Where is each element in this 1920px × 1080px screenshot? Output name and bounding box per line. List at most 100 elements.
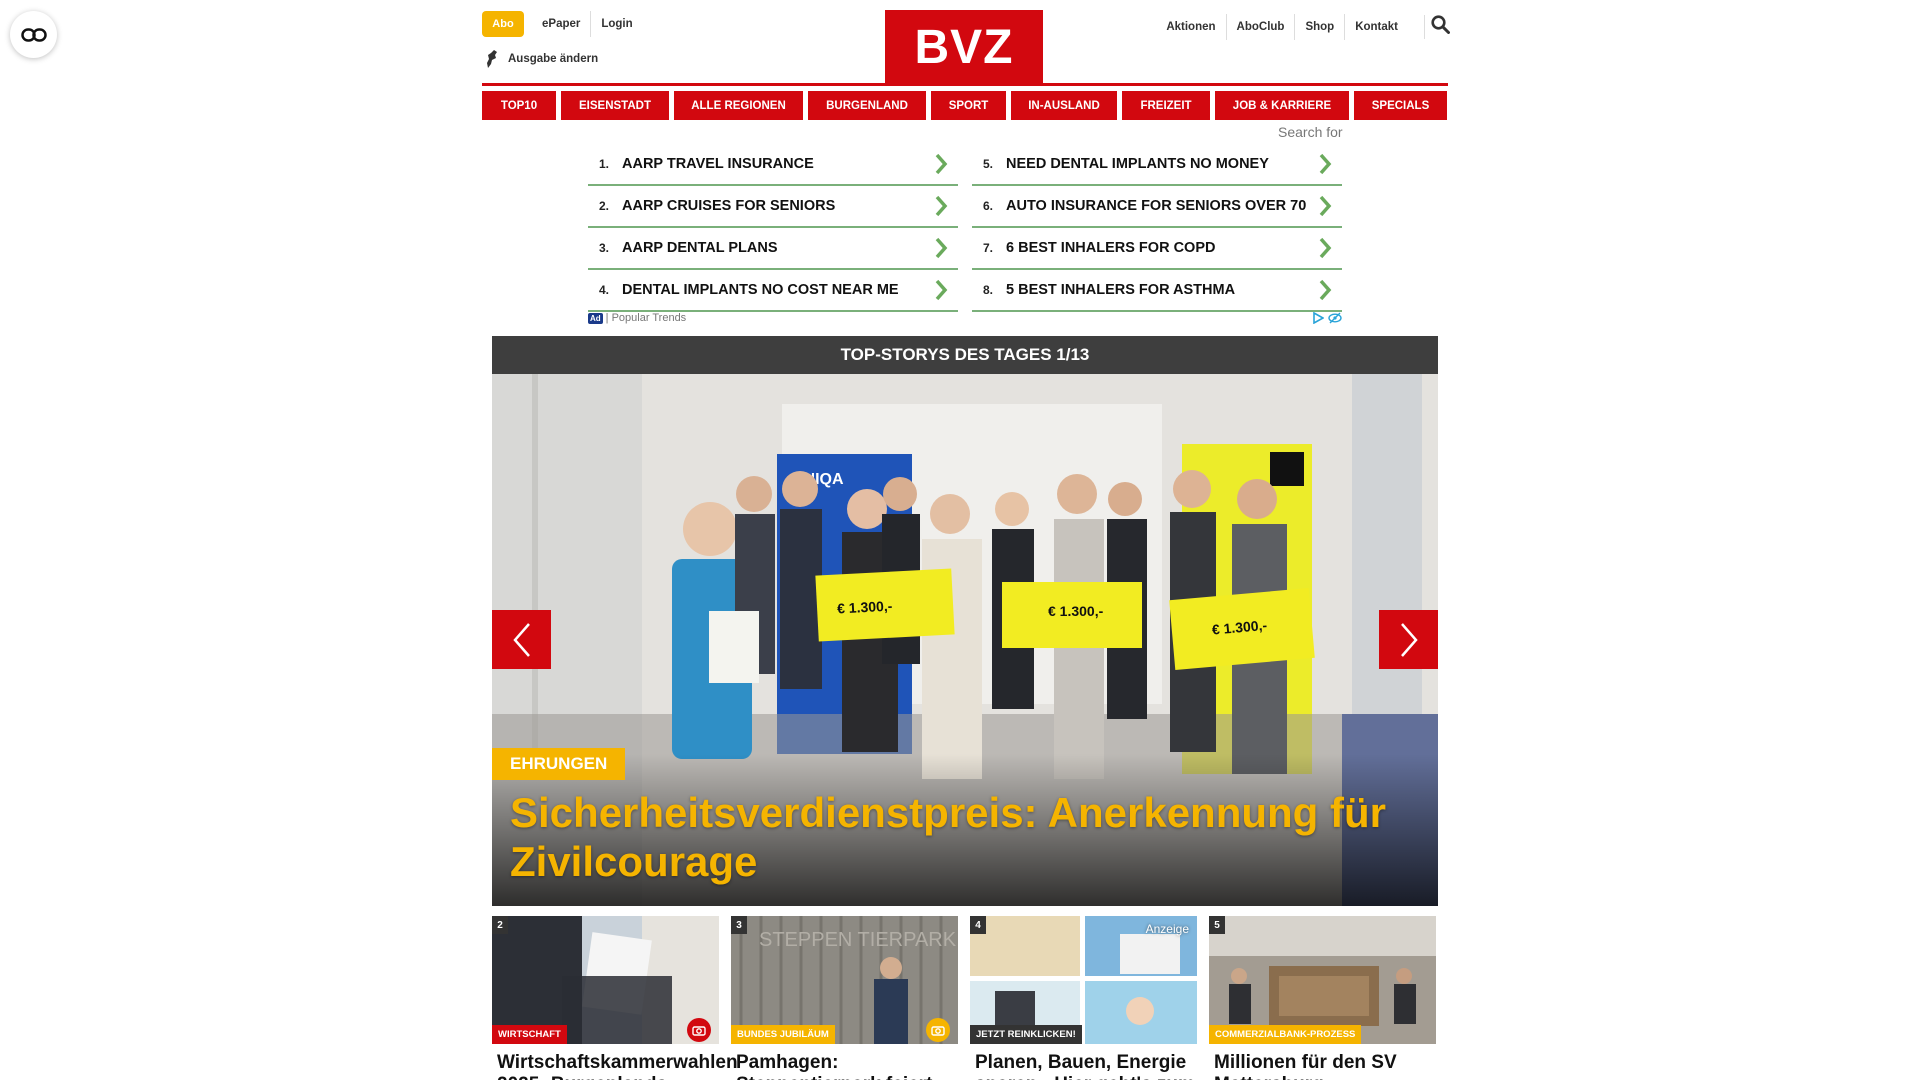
- change-edition-label: Ausgabe ändern: [508, 53, 599, 65]
- chevron-right-icon: [1319, 153, 1332, 175]
- story-card-title[interactable]: Wirtschaftskammerwahlen 2025: Burgenland…: [492, 1052, 738, 1080]
- chevron-right-icon: [935, 237, 948, 259]
- ad-link-number: 8.: [983, 283, 994, 297]
- ad-link-text: 6 BEST INHALERS FOR COPD: [1006, 240, 1216, 256]
- ad-link[interactable]: 5. NEED DENTAL IMPLANTS NO MONEY: [972, 144, 1342, 186]
- ad-link[interactable]: 2. AARP CRUISES FOR SENIORS: [588, 186, 958, 228]
- nav-item-job-karriere[interactable]: JOB & KARRIERE: [1215, 91, 1349, 120]
- story-card-tag[interactable]: JETZT REINKLICKEN!: [970, 1025, 1082, 1044]
- ad-link[interactable]: 8. 5 BEST INHALERS FOR ASTHMA: [972, 270, 1342, 312]
- story-card-rank: 2: [492, 916, 508, 934]
- chevron-left-icon: [512, 622, 530, 657]
- nav-item-in-ausland[interactable]: IN-AUSLAND: [1011, 91, 1117, 120]
- top-links-right: Aktionen AboClub Shop Kontakt: [1156, 13, 1408, 41]
- story-card-title[interactable]: Millionen für den SV Mattersburg: [1209, 1052, 1436, 1080]
- chevron-right-icon: [935, 153, 948, 175]
- hero-headline[interactable]: Sicherheitsverdienstpreis: Anerkennung f…: [510, 788, 1430, 886]
- slider-prev-button[interactable]: [492, 610, 551, 669]
- nav-item-sport[interactable]: SPORT: [931, 91, 1006, 120]
- epaper-link[interactable]: ePaper: [532, 11, 592, 37]
- chevron-right-icon: [1319, 195, 1332, 217]
- story-card-tag[interactable]: WIRTSCHAFT: [492, 1025, 567, 1044]
- bvz-logo[interactable]: BVZ: [885, 10, 1043, 84]
- ad-link[interactable]: 3. AARP DENTAL PLANS: [588, 228, 958, 270]
- change-edition-link[interactable]: Ausgabe ändern: [486, 50, 598, 68]
- ad-link-text: AARP CRUISES FOR SENIORS: [622, 198, 836, 214]
- ad-link-number: 7.: [983, 241, 994, 255]
- ad-column-left: 1. AARP TRAVEL INSURANCE 2. AARP CRUISES F…: [588, 144, 958, 312]
- story-card-anzeige: Anzeige: [1145, 922, 1189, 936]
- ad-link-text: NEED DENTAL IMPLANTS NO MONEY: [1006, 156, 1269, 172]
- chevron-right-icon: [1319, 279, 1332, 301]
- hero-slide[interactable]: UNIQA € 1.300,- € 1.300,- € 1.300,- EHRU…: [492, 374, 1438, 906]
- story-card-image: 2 WIRTSCHAFT: [492, 916, 719, 1044]
- ad-link-number: 4.: [599, 283, 610, 297]
- shop-link[interactable]: Shop: [1295, 14, 1346, 40]
- ad-link[interactable]: 7. 6 BEST INHALERS FOR COPD: [972, 228, 1342, 270]
- nav-item-burgenland[interactable]: BURGENLAND: [808, 91, 926, 120]
- ad-link-text: AUTO INSURANCE FOR SENIORS OVER 70: [1006, 198, 1307, 214]
- chevron-right-icon: [1400, 622, 1418, 657]
- ad-search-for-label: Search for: [1278, 124, 1343, 140]
- burgenland-map-icon: [487, 50, 497, 68]
- ad-badge: Ad: [588, 312, 603, 324]
- nav-item-alle-regionen[interactable]: ALLE REGIONEN: [674, 91, 803, 120]
- ad-column-right: 5. NEED DENTAL IMPLANTS NO MONEY 6. AUTO I…: [972, 144, 1342, 312]
- tierpark-sign-text: STEPPEN TIERPARK: [759, 929, 957, 951]
- camera-icon: [687, 1018, 711, 1042]
- story-card[interactable]: STEPPEN TIERPARK 3 BUNDES JUBILÄUM Pamha…: [731, 916, 958, 1080]
- story-cards: 2 WIRTSCHAFT Wirtschaftskammerwahlen 202…: [492, 916, 1438, 1080]
- abo-button[interactable]: Abo: [482, 11, 524, 37]
- story-card-rank: 5: [1209, 916, 1225, 934]
- page: Abo ePaper Login Ausgabe ändern BVZ Akti…: [482, 0, 1450, 1080]
- hero-category-tag[interactable]: EHRUNGEN: [492, 748, 626, 780]
- ad-footer-icons: [1312, 312, 1342, 324]
- ad-link-number: 6.: [983, 199, 994, 213]
- ad-link-text: DENTAL IMPLANTS NO COST NEAR ME: [622, 282, 899, 298]
- ad-link[interactable]: 4. DENTAL IMPLANTS NO COST NEAR ME: [588, 270, 958, 312]
- top-stories-header: TOP-STORYS DES TAGES 1/13: [492, 336, 1438, 374]
- header-divider: [482, 83, 1448, 86]
- ad-link[interactable]: 6. AUTO INSURANCE FOR SENIORS OVER 70: [972, 186, 1342, 228]
- aktionen-link[interactable]: Aktionen: [1156, 14, 1227, 40]
- slider-next-button[interactable]: [1379, 610, 1438, 669]
- ad-link-text: AARP DENTAL PLANS: [622, 240, 778, 256]
- kontakt-link[interactable]: Kontakt: [1345, 14, 1408, 40]
- story-card-title[interactable]: Pamhagen: Steppentierpark feiert: [731, 1052, 958, 1080]
- chevron-right-icon: [1319, 237, 1332, 259]
- ad-footer-label: | Popular Trends: [605, 312, 687, 324]
- site-header: Abo ePaper Login Ausgabe ändern BVZ Akti…: [482, 0, 1450, 86]
- story-card-rank: 3: [731, 916, 747, 934]
- ad-link-text: 5 BEST INHALERS FOR ASTHMA: [1006, 282, 1236, 298]
- nav-item-freizeit[interactable]: FREIZEIT: [1122, 91, 1210, 120]
- adchoices-icon[interactable]: [1312, 312, 1324, 324]
- story-card-rank: 4: [970, 916, 986, 934]
- main-nav: TOP10 EISENSTADT ALLE REGIONEN BURGENLAN…: [482, 91, 1448, 120]
- login-link[interactable]: Login: [591, 11, 642, 37]
- story-card-tag[interactable]: COMMERZIALBANK-PROZESS: [1209, 1025, 1362, 1044]
- nav-item-top10[interactable]: TOP10: [482, 91, 556, 120]
- chevron-right-icon: [935, 195, 948, 217]
- nav-item-eisenstadt[interactable]: EISENSTADT: [561, 91, 669, 120]
- story-card[interactable]: 4 Anzeige JETZT REINKLICKEN! Planen, Bau…: [970, 916, 1197, 1080]
- ad-link[interactable]: 1. AARP TRAVEL INSURANCE: [588, 144, 958, 186]
- story-card-tag[interactable]: BUNDES JUBILÄUM: [731, 1025, 835, 1044]
- chevron-right-icon: [935, 279, 948, 301]
- ad-link-number: 5.: [983, 157, 994, 171]
- aboclub-link[interactable]: AboClub: [1227, 14, 1296, 40]
- cheque-amount: € 1.300,-: [837, 598, 893, 617]
- story-card[interactable]: 5 COMMERZIALBANK-PROZESS Millionen für d…: [1209, 916, 1436, 1080]
- ad-link-number: 1.: [599, 157, 610, 171]
- story-card-title[interactable]: Planen, Bauen, Energie sparen - Hier geh…: [970, 1052, 1197, 1080]
- ad-link-text: AARP TRAVEL INSURANCE: [622, 156, 814, 172]
- story-card-image: 5 COMMERZIALBANK-PROZESS: [1209, 916, 1436, 1044]
- cheque-amount: € 1.300,-: [1048, 603, 1104, 619]
- nav-item-specials[interactable]: SPECIALS: [1354, 91, 1447, 120]
- story-card-image: STEPPEN TIERPARK 3 BUNDES JUBILÄUM: [731, 916, 958, 1044]
- hide-ad-eye-icon[interactable]: [1328, 312, 1342, 324]
- ad-footer: Ad | Popular Trends: [588, 311, 1342, 325]
- reader-mode-icon[interactable]: [10, 11, 57, 58]
- camera-icon: [926, 1018, 950, 1042]
- search-icon[interactable]: [1424, 15, 1450, 39]
- story-card[interactable]: 2 WIRTSCHAFT Wirtschaftskammerwahlen 202…: [492, 916, 738, 1080]
